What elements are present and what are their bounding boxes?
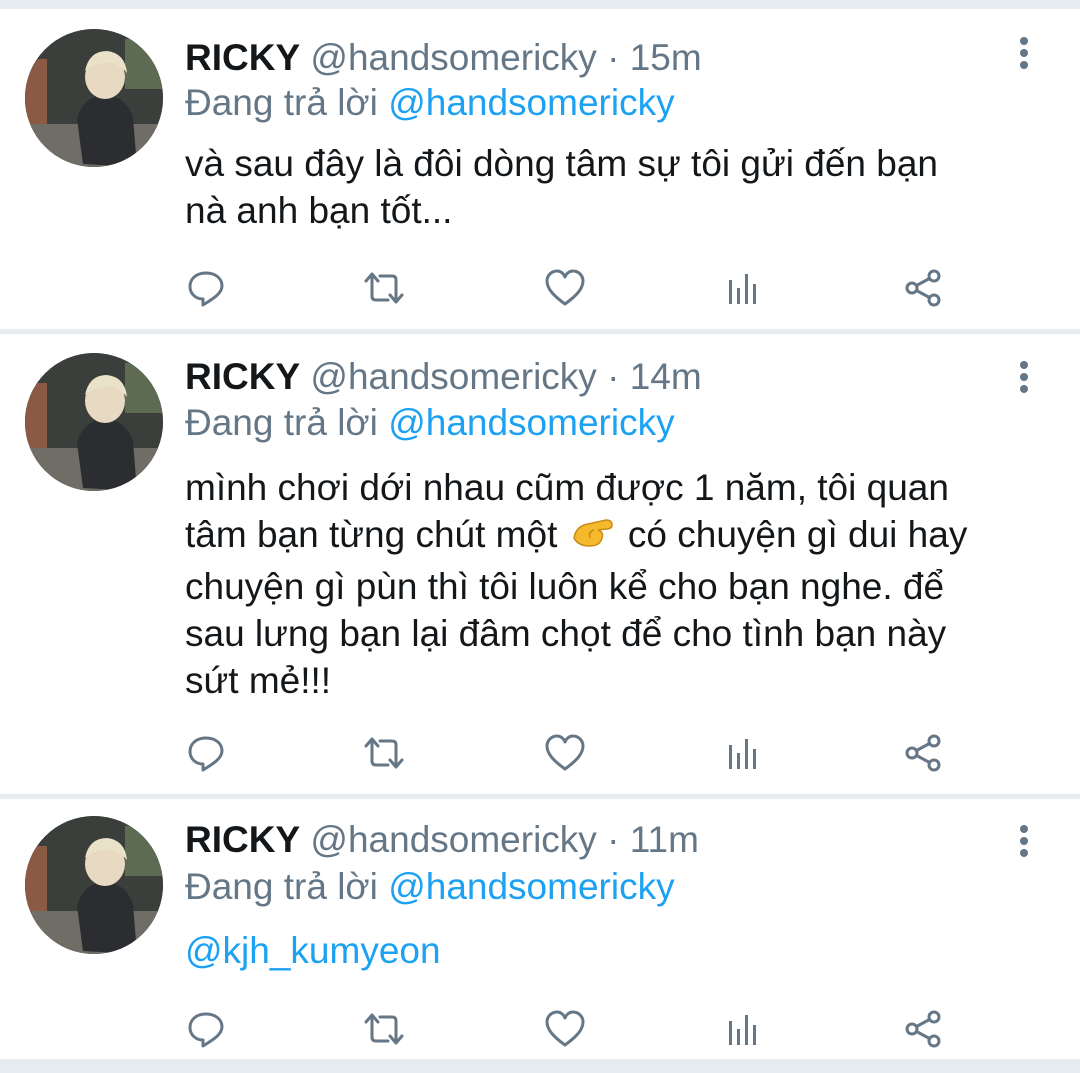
tweet-text-segment: có chuyện gì dui hay	[627, 514, 968, 555]
replying-to-user[interactable]: @handsomericky	[388, 402, 674, 443]
tweet-text-line: mình chơi dới nhau cũm được 1 năm, tôi q…	[185, 467, 949, 508]
timestamp[interactable]: 15m	[630, 37, 702, 78]
separator: ·	[607, 819, 620, 860]
tweet-header: RICKY @handsomericky · 14m	[185, 352, 702, 402]
divider	[0, 0, 1080, 9]
tweet-text-line: nà anh bạn tốt...	[185, 190, 453, 231]
separator: ·	[607, 37, 620, 78]
tweet-text-line: và sau đây là đôi dòng tâm sự tôi gửi đế…	[185, 143, 939, 184]
tweet-1[interactable]: RICKY @handsomericky · 15m Đang trả lời …	[0, 9, 1080, 330]
author-name[interactable]: RICKY	[185, 819, 300, 860]
separator: ·	[607, 356, 620, 397]
tweet-header: RICKY @handsomericky · 15m	[185, 33, 702, 83]
more-options-icon[interactable]	[1006, 31, 1042, 75]
replying-to: Đang trả lời @handsomericky	[185, 79, 675, 127]
divider	[0, 1059, 1080, 1073]
tweet-header: RICKY @handsomericky · 11m	[185, 815, 699, 865]
more-options-icon[interactable]	[1006, 819, 1042, 863]
pinching-hand-emoji	[570, 512, 616, 563]
author-handle[interactable]: @handsomericky	[310, 819, 596, 860]
like-icon[interactable]	[539, 727, 591, 779]
share-icon[interactable]	[897, 1003, 949, 1055]
tweet-actions	[0, 727, 1080, 779]
tweet-2[interactable]: RICKY @handsomericky · 14m Đang trả lời …	[0, 334, 1080, 794]
replying-to-user[interactable]: @handsomericky	[388, 82, 674, 123]
author-handle[interactable]: @handsomericky	[310, 37, 596, 78]
replying-label: Đang trả lời	[185, 402, 378, 443]
replying-label: Đang trả lời	[185, 866, 378, 907]
share-icon[interactable]	[897, 727, 949, 779]
replying-to: Đang trả lời @handsomericky	[185, 399, 675, 447]
author-name[interactable]: RICKY	[185, 356, 300, 397]
analytics-icon[interactable]	[717, 1003, 769, 1055]
reply-icon[interactable]	[180, 1003, 232, 1055]
timestamp[interactable]: 14m	[630, 356, 702, 397]
retweet-icon[interactable]	[358, 262, 410, 314]
tweet-actions	[0, 1003, 1080, 1055]
replying-to: Đang trả lời @handsomericky	[185, 863, 675, 911]
tweet-actions	[0, 262, 1080, 314]
reply-icon[interactable]	[180, 262, 232, 314]
like-icon[interactable]	[539, 1003, 591, 1055]
avatar[interactable]	[25, 29, 163, 167]
tweet-text-line: sứt mẻ!!!	[185, 659, 332, 701]
avatar[interactable]	[25, 353, 163, 491]
tweet-text-segment: tâm bạn từng chút một	[185, 514, 558, 555]
tweet-text-line: tâm bạn từng chút một có chuyện gì dui h…	[185, 511, 1055, 563]
author-name[interactable]: RICKY	[185, 37, 300, 78]
more-options-icon[interactable]	[1006, 355, 1042, 399]
replying-to-user[interactable]: @handsomericky	[388, 866, 674, 907]
analytics-icon[interactable]	[717, 262, 769, 314]
reply-icon[interactable]	[180, 727, 232, 779]
author-handle[interactable]: @handsomericky	[310, 356, 596, 397]
tweet-text-line: chuyện gì pùn thì tôi luôn kể cho bạn ng…	[185, 565, 945, 607]
avatar[interactable]	[25, 816, 163, 954]
tweet-text: và sau đây là đôi dòng tâm sự tôi gửi đế…	[185, 140, 1055, 234]
timestamp[interactable]: 11m	[630, 819, 699, 860]
retweet-icon[interactable]	[358, 1003, 410, 1055]
tweet-text: mình chơi dới nhau cũm được 1 năm, tôi q…	[185, 464, 1055, 704]
share-icon[interactable]	[897, 262, 949, 314]
tweet-text-line: sau lưng bạn lại đâm chọt để cho tình bạ…	[185, 612, 947, 654]
tweet-text: @kjh_kumyeon	[185, 927, 1055, 974]
tweet-3[interactable]: RICKY @handsomericky · 11m Đang trả lời …	[0, 799, 1080, 1057]
like-icon[interactable]	[539, 262, 591, 314]
analytics-icon[interactable]	[717, 727, 769, 779]
tweet-feed: RICKY @handsomericky · 15m Đang trả lời …	[0, 0, 1080, 1073]
retweet-icon[interactable]	[358, 727, 410, 779]
replying-label: Đang trả lời	[185, 82, 378, 123]
mention-link[interactable]: @kjh_kumyeon	[185, 927, 1055, 974]
